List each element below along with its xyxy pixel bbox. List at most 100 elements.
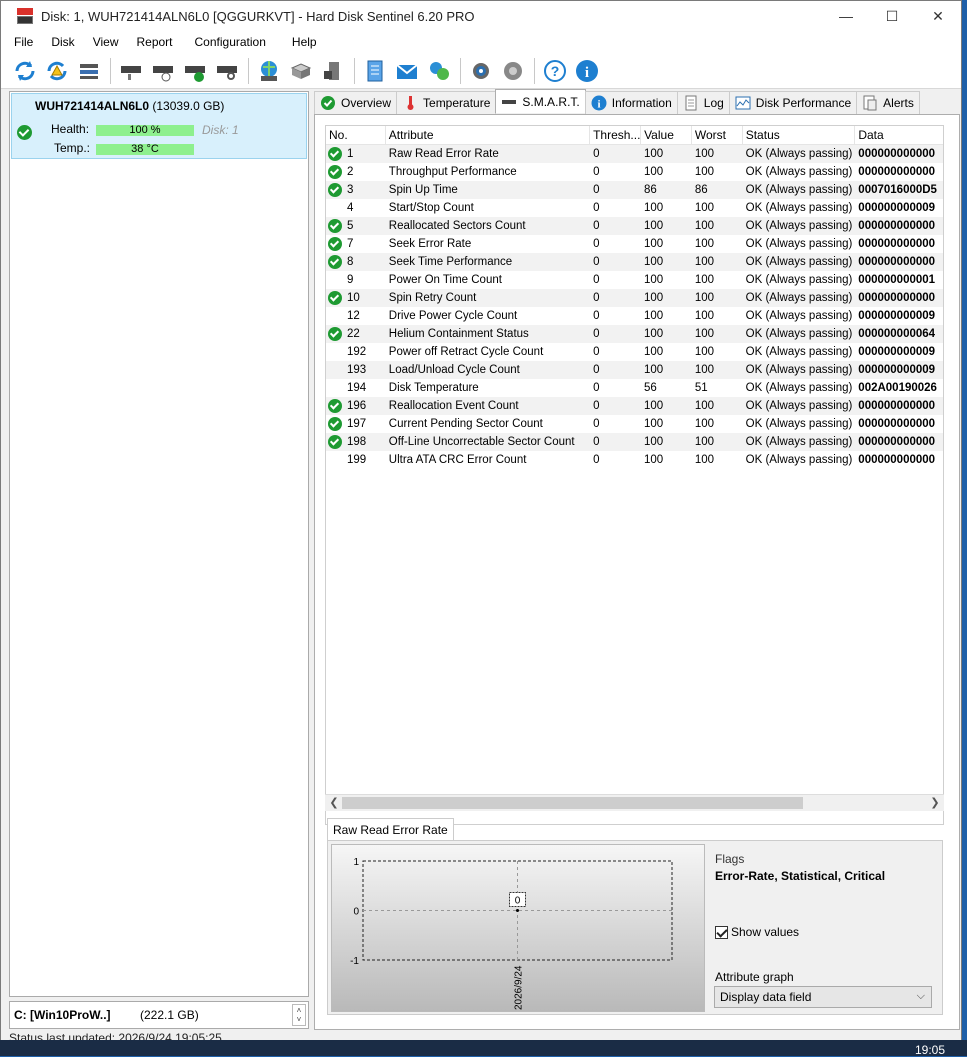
- cell-no: 199: [326, 451, 386, 469]
- menu-view[interactable]: View: [84, 35, 128, 49]
- close-button[interactable]: ✕: [915, 1, 961, 31]
- row-number: 4: [347, 202, 354, 214]
- tab-temperature[interactable]: Temperature: [396, 91, 497, 114]
- y-tick-label: -1: [350, 956, 359, 967]
- notepad-icon[interactable]: [361, 57, 389, 85]
- temp-label: Temp.:: [54, 141, 91, 155]
- table-row[interactable]: 5 Reallocated Sectors Count 0 100 100 OK (Alw…: [326, 217, 943, 235]
- disk-test-icon[interactable]: [117, 57, 145, 85]
- smart-table: No. Attribute Thresh... Value Worst Stat…: [325, 125, 944, 825]
- table-row[interactable]: 193 Load/Unload Cycle Count 0 100 100 OK (Alw…: [326, 361, 943, 379]
- volume-spin-icon[interactable]: ˄ ˅: [292, 1004, 306, 1026]
- cell-value: 100: [643, 292, 664, 304]
- table-row[interactable]: 10 Spin Retry Count 0 100 100 OK (Always pass…: [326, 289, 943, 307]
- y-tick-label: 0: [353, 907, 359, 918]
- row-number: 197: [347, 418, 367, 430]
- refresh-icon[interactable]: [11, 57, 39, 85]
- table-row[interactable]: 196 Reallocation Event Count 0 100 100 OK (Al…: [326, 397, 943, 415]
- scroll-left-icon[interactable]: ❮: [327, 796, 341, 810]
- help-icon[interactable]: ?: [541, 57, 569, 85]
- table-row[interactable]: 2 Throughput Performance 0 100 100 OK (Always…: [326, 163, 943, 181]
- cell-threshold: 0: [593, 436, 600, 448]
- toolbar: ? i: [1, 53, 961, 89]
- settings-icon[interactable]: [467, 57, 495, 85]
- menu-disk[interactable]: Disk: [42, 35, 83, 49]
- attribute-graph-select[interactable]: Display data field ⌵: [714, 986, 932, 1008]
- table-row[interactable]: 192 Power off Retract Cycle Count 0 100 100 O…: [326, 343, 943, 361]
- table-row[interactable]: 197 Current Pending Sector Count 0 100 100 OK…: [326, 415, 943, 433]
- cell-data: 002A00190026: [858, 382, 937, 394]
- minimize-button[interactable]: —: [823, 1, 869, 31]
- menu-help[interactable]: Help: [283, 35, 326, 49]
- menu-configuration[interactable]: Configuration: [186, 35, 275, 49]
- table-row[interactable]: 8 Seek Time Performance 0 100 100 OK (Always …: [326, 253, 943, 271]
- data-point: [516, 909, 519, 912]
- table-row[interactable]: 4 Start/Stop Count 0 100 100 OK (Always passi…: [326, 199, 943, 217]
- cell-data: 0007016000D5: [858, 184, 937, 196]
- window-title: Disk: 1, WUH721414ALN6L0 [QGGURKVT] - Ha…: [41, 8, 475, 24]
- tab-information[interactable]: i Information: [584, 91, 678, 114]
- show-values-checkbox[interactable]: Show values: [715, 925, 799, 939]
- cell-attribute: Start/Stop Count: [388, 202, 474, 214]
- cell-no: 197: [326, 415, 386, 433]
- disk-card[interactable]: WUH721414ALN6L0 (13039.0 GB) Health: 100…: [11, 93, 307, 159]
- cell-attribute: Helium Containment Status: [388, 328, 529, 340]
- menu-report[interactable]: Report: [127, 35, 181, 49]
- drive-usb-icon[interactable]: [319, 57, 347, 85]
- table-row[interactable]: 3 Spin Up Time 0 86 86 OK (Always passing) 000…: [326, 181, 943, 199]
- scroll-thumb[interactable]: [342, 797, 803, 809]
- menu-file[interactable]: File: [5, 35, 42, 49]
- tab-smart[interactable]: S.M.A.R.T.: [495, 89, 586, 113]
- table-row[interactable]: 9 Power On Time Count 0 100 100 OK (Always pa…: [326, 271, 943, 289]
- svg-text:i: i: [597, 99, 600, 111]
- check-circle-icon: [328, 254, 342, 269]
- x-tick-label: 2026/9/24: [514, 965, 525, 1010]
- globe-drive-icon[interactable]: [255, 57, 283, 85]
- scroll-right-icon[interactable]: ❯: [928, 796, 942, 810]
- table-row[interactable]: 12 Drive Power Cycle Count 0 100 100 OK (Alwa…: [326, 307, 943, 325]
- tab-attribute-graph[interactable]: Raw Read Error Rate: [327, 818, 454, 840]
- cell-status: OK (Always passing): [745, 256, 853, 268]
- table-row[interactable]: 198 Off-Line Uncorrectable Sector Count 0 1…: [326, 433, 943, 451]
- disk-size: (13039.0 GB): [152, 99, 225, 113]
- tab-disk-performance[interactable]: Disk Performance: [728, 91, 858, 114]
- col-worst[interactable]: Worst: [692, 126, 743, 145]
- drive-config-icon[interactable]: [287, 57, 315, 85]
- disk-list-icon[interactable]: [75, 57, 103, 85]
- disk-search-icon[interactable]: [213, 57, 241, 85]
- cell-worst: 100: [694, 166, 714, 178]
- info-icon: i: [591, 95, 607, 111]
- refresh-warning-icon[interactable]: [43, 57, 71, 85]
- tab-alerts[interactable]: Alerts: [856, 91, 920, 114]
- cell-threshold: 0: [593, 184, 600, 196]
- table-row[interactable]: 22 Helium Containment Status 0 100 100 OK (Al…: [326, 325, 943, 343]
- table-row[interactable]: 7 Seek Error Rate 0 100 100 OK (Always passin…: [326, 235, 943, 253]
- horizontal-scrollbar[interactable]: ❮ ❯: [325, 794, 944, 811]
- tab-label: Disk Performance: [755, 96, 852, 110]
- check-circle-icon: [328, 434, 342, 449]
- volume-selector[interactable]: C: [Win10ProW..] (222.1 GB) ˄ ˅: [9, 1001, 309, 1029]
- disk-schedule-icon[interactable]: [149, 57, 177, 85]
- table-row[interactable]: 1 Raw Read Error Rate 0 100 100 OK (Always pa…: [326, 145, 943, 163]
- disk-check-icon[interactable]: [181, 57, 209, 85]
- col-data[interactable]: Data: [855, 126, 943, 145]
- check-circle-icon: [328, 182, 342, 197]
- alerts-icon: [862, 95, 878, 111]
- table-row[interactable]: 194 Disk Temperature 0 56 51 OK (Always passi…: [326, 379, 943, 397]
- sound-icon[interactable]: [499, 57, 527, 85]
- maximize-button[interactable]: ☐: [869, 1, 915, 31]
- row-number: 192: [347, 346, 367, 358]
- col-value[interactable]: Value: [641, 126, 692, 145]
- table-row[interactable]: 199 Ultra ATA CRC Error Count 0 100 100 OK (A…: [326, 451, 943, 469]
- mail-icon[interactable]: [393, 57, 421, 85]
- tab-log[interactable]: Log: [676, 91, 730, 114]
- tab-label: Overview: [341, 96, 392, 110]
- col-threshold[interactable]: Thresh...: [590, 126, 642, 145]
- col-status[interactable]: Status: [743, 126, 856, 145]
- tab-overview[interactable]: Overview: [314, 91, 398, 114]
- col-no[interactable]: No.: [326, 126, 386, 145]
- cell-worst: 100: [694, 364, 714, 376]
- col-attribute[interactable]: Attribute: [386, 126, 591, 145]
- info-icon[interactable]: i: [573, 57, 601, 85]
- network-icon[interactable]: [425, 57, 453, 85]
